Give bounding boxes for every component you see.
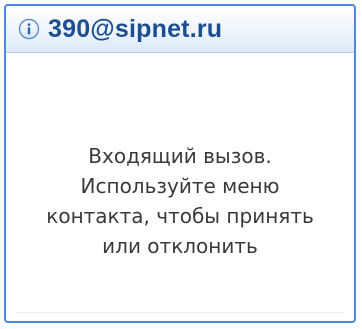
message-line: Входящий вызов. (88, 144, 272, 168)
popup-header: 390@sipnet.ru (6, 6, 354, 53)
message-line: или отклонить (102, 234, 258, 258)
popup-body: Входящий вызов. Используйте меню контакт… (6, 53, 354, 321)
popup-title: 390@sipnet.ru (48, 14, 223, 43)
incoming-call-message: Входящий вызов. Используйте меню контакт… (16, 141, 344, 261)
info-icon (18, 18, 40, 40)
divider (16, 312, 344, 313)
message-line: Используйте меню (80, 174, 280, 198)
incoming-call-popup[interactable]: 390@sipnet.ru Входящий вызов. Используйт… (4, 4, 356, 323)
message-line: контакта, чтобы принять (46, 204, 314, 228)
